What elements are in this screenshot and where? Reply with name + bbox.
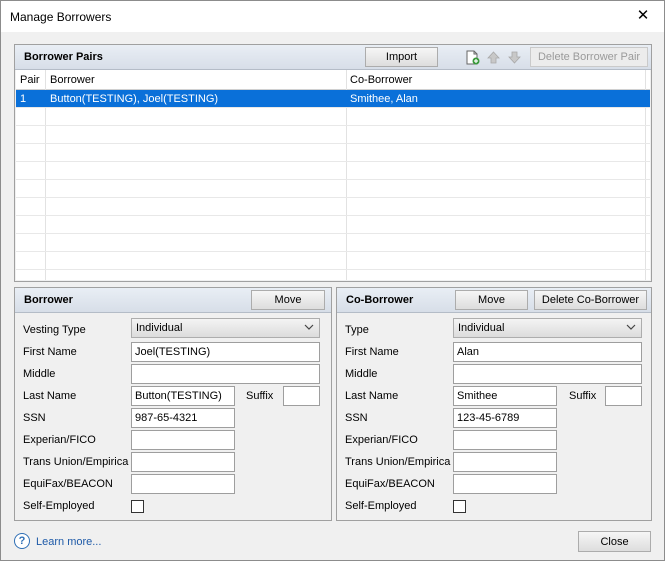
- cell-borrower: Button(TESTING), Joel(TESTING): [50, 93, 219, 105]
- empty-row: [16, 162, 650, 180]
- chevron-down-icon: [626, 320, 636, 338]
- type-label: Type: [345, 324, 369, 336]
- co-borrower-equifax-input[interactable]: [453, 474, 557, 494]
- first-name-label: First Name: [23, 346, 77, 358]
- cell-co-borrower: Smithee, Alan: [350, 93, 418, 105]
- co-first-name-label: First Name: [345, 346, 399, 358]
- column-header-pair[interactable]: Pair: [20, 74, 40, 86]
- grid-header: Pair Borrower Co-Borrower: [16, 70, 650, 90]
- empty-row: [16, 108, 650, 126]
- co-borrower-title: Co-Borrower: [346, 294, 414, 306]
- co-trans-union-label: Trans Union/Empirica: [345, 456, 451, 468]
- delete-co-borrower-button[interactable]: Delete Co-Borrower: [534, 290, 647, 310]
- manage-borrowers-dialog: Manage Borrowers ✕ Borrower Pairs Import: [0, 0, 665, 561]
- borrower-pairs-panel: Borrower Pairs Import Delete Borrower Pa…: [14, 44, 652, 282]
- equifax-label: EquiFax/BEACON: [23, 478, 113, 490]
- window-title: Manage Borrowers: [10, 10, 112, 24]
- co-ssn-label: SSN: [345, 412, 368, 424]
- trans-union-label: Trans Union/Empirica: [23, 456, 129, 468]
- co-borrower-middle-input[interactable]: [453, 364, 642, 384]
- empty-row: [16, 216, 650, 234]
- empty-row: [16, 180, 650, 198]
- help-icon[interactable]: ?: [14, 533, 30, 549]
- borrower-title: Borrower: [24, 294, 73, 306]
- borrower-header: Borrower Move: [15, 288, 331, 313]
- title-bar: Manage Borrowers ✕: [1, 1, 664, 32]
- column-header-co-borrower[interactable]: Co-Borrower: [350, 74, 412, 86]
- vesting-type-value: Individual: [136, 322, 183, 334]
- column-header-borrower[interactable]: Borrower: [50, 74, 95, 86]
- empty-row: [16, 234, 650, 252]
- borrower-first-name-input[interactable]: Joel(TESTING): [131, 342, 320, 362]
- close-button[interactable]: Close: [578, 531, 651, 552]
- borrower-pairs-grid: Pair Borrower Co-Borrower 1 Button(TESTI…: [16, 70, 650, 280]
- empty-row: [16, 198, 650, 216]
- borrower-experian-input[interactable]: [131, 430, 235, 450]
- co-self-employed-label: Self-Employed: [345, 500, 417, 512]
- borrower-ssn-input[interactable]: 987-65-4321: [131, 408, 235, 428]
- co-borrower-last-name-input[interactable]: Smithee: [453, 386, 557, 406]
- borrower-self-employed-checkbox[interactable]: [131, 500, 144, 513]
- add-pair-icon[interactable]: [466, 50, 480, 65]
- borrower-middle-input[interactable]: [131, 364, 320, 384]
- borrower-suffix-input[interactable]: [283, 386, 320, 406]
- move-up-icon[interactable]: [487, 51, 500, 64]
- co-borrower-suffix-input[interactable]: [605, 386, 642, 406]
- suffix-label: Suffix: [246, 390, 274, 402]
- vesting-type-select[interactable]: Individual: [131, 318, 320, 338]
- borrower-move-button[interactable]: Move: [251, 290, 325, 310]
- co-borrower-ssn-input[interactable]: 123-45-6789: [453, 408, 557, 428]
- middle-label: Middle: [23, 368, 56, 380]
- co-suffix-label: Suffix: [569, 390, 597, 402]
- empty-row: [16, 252, 650, 270]
- co-equifax-label: EquiFax/BEACON: [345, 478, 435, 490]
- borrower-trans-union-input[interactable]: [131, 452, 235, 472]
- borrower-pairs-header: Borrower Pairs Import Delete Borrower Pa…: [15, 45, 651, 70]
- ssn-label: SSN: [23, 412, 46, 424]
- cell-pair: 1: [20, 93, 27, 105]
- empty-row: [16, 126, 650, 144]
- learn-more-link[interactable]: Learn more...: [36, 536, 101, 548]
- empty-row: [16, 144, 650, 162]
- last-name-label: Last Name: [23, 390, 77, 402]
- import-button[interactable]: Import: [365, 47, 438, 67]
- delete-borrower-pair-button[interactable]: Delete Borrower Pair: [530, 47, 648, 67]
- self-employed-label: Self-Employed: [23, 500, 95, 512]
- co-borrower-trans-union-input[interactable]: [453, 452, 557, 472]
- borrower-equifax-input[interactable]: [131, 474, 235, 494]
- chevron-down-icon: [304, 320, 314, 338]
- co-experian-label: Experian/FICO: [345, 434, 418, 446]
- co-borrower-type-value: Individual: [458, 322, 505, 334]
- close-icon[interactable]: ✕: [630, 5, 656, 27]
- co-borrower-self-employed-checkbox[interactable]: [453, 500, 466, 513]
- empty-row: [16, 270, 650, 280]
- co-borrower-header: Co-Borrower Move Delete Co-Borrower: [337, 288, 651, 313]
- co-borrower-experian-input[interactable]: [453, 430, 557, 450]
- co-last-name-label: Last Name: [345, 390, 399, 402]
- co-middle-label: Middle: [345, 368, 378, 380]
- move-down-icon[interactable]: [508, 51, 521, 64]
- borrower-last-name-input[interactable]: Button(TESTING): [131, 386, 235, 406]
- table-row[interactable]: 1 Button(TESTING), Joel(TESTING) Smithee…: [16, 90, 650, 108]
- co-borrower-first-name-input[interactable]: Alan: [453, 342, 642, 362]
- vesting-type-label: Vesting Type: [23, 324, 86, 336]
- co-borrower-type-select[interactable]: Individual: [453, 318, 642, 338]
- experian-label: Experian/FICO: [23, 434, 96, 446]
- co-borrower-move-button[interactable]: Move: [455, 290, 528, 310]
- borrower-pairs-title: Borrower Pairs: [24, 51, 103, 63]
